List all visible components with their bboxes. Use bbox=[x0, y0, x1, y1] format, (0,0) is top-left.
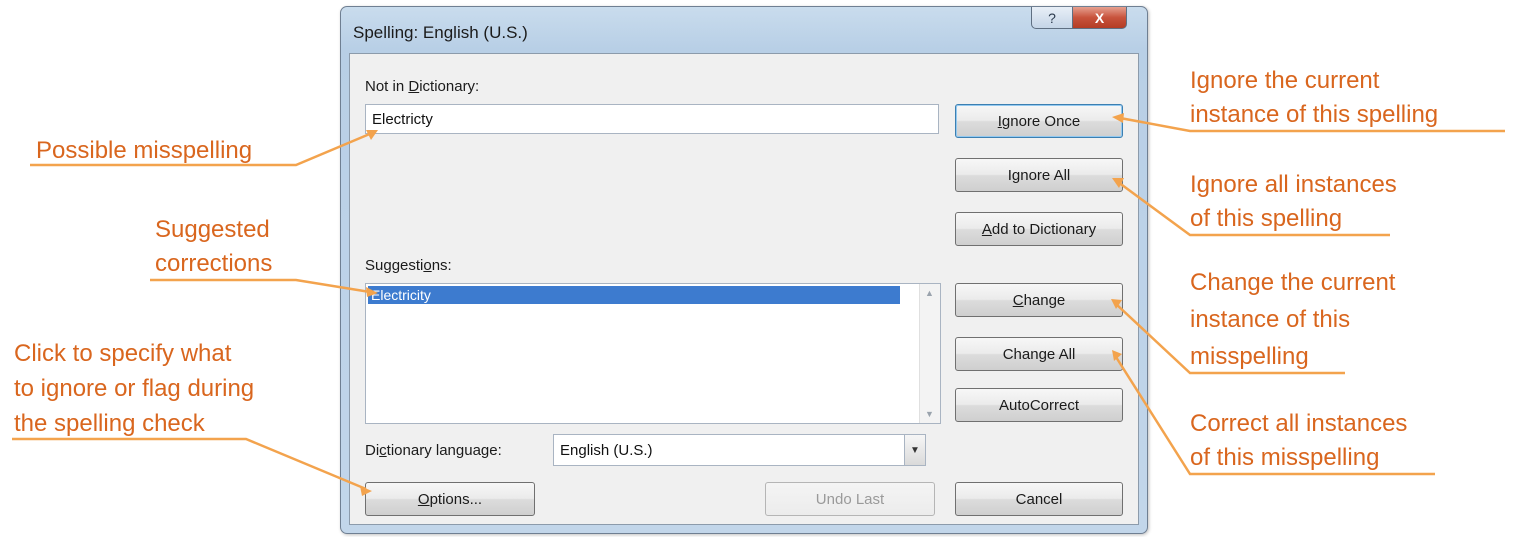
suggestions-listbox[interactable]: Electricity ▲ ▼ bbox=[365, 283, 941, 424]
annotation-suggested-corrections-line-1: Suggested bbox=[155, 216, 270, 243]
annotation-change-all-line-1: Correct all instances bbox=[1190, 410, 1408, 437]
help-icon: ? bbox=[1048, 9, 1056, 26]
annotation-change-line-2: instance of this bbox=[1190, 306, 1351, 333]
dictionary-language-value: English (U.S.) bbox=[560, 442, 653, 459]
ignore-all-button[interactable]: Ig nore All bbox=[955, 158, 1123, 192]
annotation-change-all-line-2: of this misspelling bbox=[1190, 444, 1380, 471]
autocorrect-button[interactable]: AutoCorrect bbox=[955, 388, 1123, 422]
change-all-button[interactable]: Change All bbox=[955, 337, 1123, 371]
annotation-change-line-3: misspelling bbox=[1190, 343, 1309, 370]
close-icon: X bbox=[1094, 9, 1105, 26]
annotation-ignore-all-line-2: of this spelling bbox=[1190, 205, 1343, 232]
annotation-options-hint-line-2: to ignore or flag during bbox=[14, 375, 255, 402]
dialog-client-area: Not in Dictionary: Electricty Suggestion… bbox=[349, 53, 1139, 525]
annotation-options-hint-line-3: the spelling check bbox=[14, 410, 205, 437]
dialog-title: Spelling: English (U.S.) bbox=[353, 23, 528, 42]
dictionary-language-label: Dictionary language: bbox=[365, 442, 502, 459]
caption-buttons: ? X bbox=[1031, 7, 1127, 29]
annotation-change-line-1: Change the current bbox=[1190, 269, 1396, 296]
cancel-button[interactable]: Cancel bbox=[955, 482, 1123, 516]
scroll-up-icon[interactable]: ▲ bbox=[925, 288, 934, 298]
annotation-possible-misspelling: Possible misspelling bbox=[36, 137, 253, 164]
options-button[interactable]: Options... bbox=[365, 482, 535, 516]
ignore-once-button[interactable]: Ignore Once bbox=[955, 104, 1123, 138]
not-in-dictionary-textbox[interactable]: Electricty bbox=[365, 104, 939, 134]
annotation-options-hint-line-1: Click to specify what bbox=[14, 340, 232, 367]
annotation-ignore-once-line-2: instance of this spelling bbox=[1190, 101, 1439, 128]
dropdown-arrow-icon[interactable]: ▼ bbox=[904, 435, 925, 465]
spelling-dialog: Spelling: English (U.S.) ? X Not in Dict… bbox=[340, 6, 1148, 534]
suggestions-label: Suggestions: bbox=[365, 257, 452, 274]
annotation-ignore-all-line-1: Ignore all instances bbox=[1190, 171, 1397, 198]
change-button[interactable]: Change bbox=[955, 283, 1123, 317]
line-options-hint bbox=[12, 437, 367, 491]
close-button[interactable]: X bbox=[1073, 7, 1127, 29]
not-in-dictionary-label: Not in Dictionary: bbox=[365, 78, 480, 95]
scroll-down-icon[interactable]: ▼ bbox=[925, 409, 934, 419]
help-button[interactable]: ? bbox=[1031, 7, 1073, 29]
suggestion-item-selected[interactable]: Electricity bbox=[368, 286, 900, 304]
annotation-suggested-corrections-line-2: corrections bbox=[155, 250, 273, 277]
dictionary-language-select[interactable]: English (U.S.) ▼ bbox=[553, 434, 926, 466]
line-suggested-corrections bbox=[150, 278, 371, 294]
add-to-dictionary-button[interactable]: Add to Dictionary bbox=[955, 212, 1123, 246]
annotation-ignore-once-line-1: Ignore the current bbox=[1190, 67, 1380, 94]
suggestions-scrollbar[interactable]: ▲ ▼ bbox=[919, 284, 940, 423]
undo-last-button[interactable]: Undo Last bbox=[765, 482, 935, 516]
